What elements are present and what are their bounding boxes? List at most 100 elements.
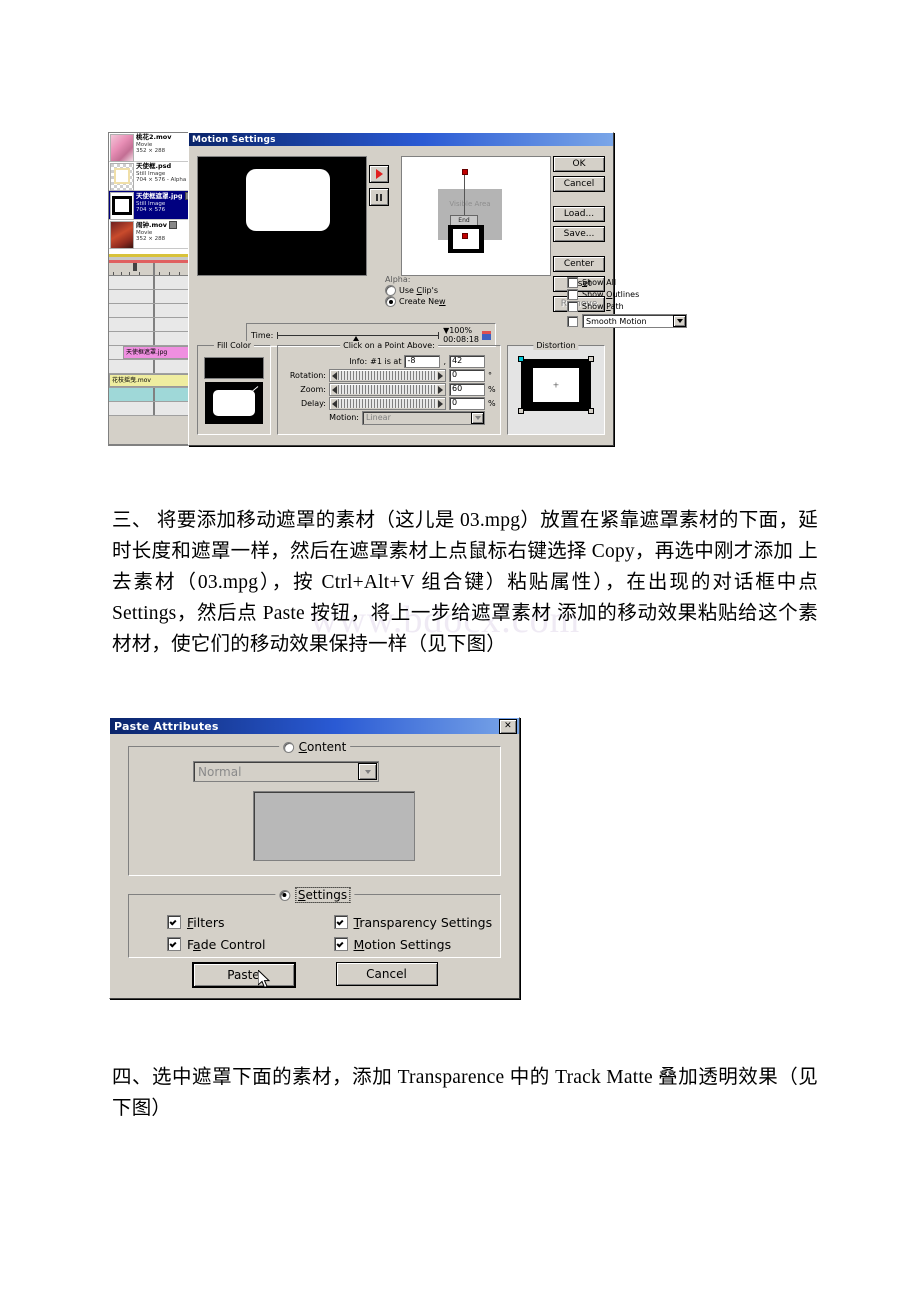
save-button[interactable]: Save...	[553, 226, 605, 242]
slider-left-arrow-icon[interactable]	[331, 385, 338, 394]
cancel-button[interactable]: Cancel	[553, 176, 605, 192]
zoom-slider[interactable]	[329, 383, 446, 396]
paste-button[interactable]: Paste	[191, 962, 296, 988]
timeline-track-row[interactable]: 天使框遮罩.jpg	[109, 346, 189, 360]
rotation-slider[interactable]	[329, 369, 446, 382]
info-row: Info: #1 is at -8 , 42	[278, 355, 496, 368]
info-y-field[interactable]: 42	[449, 355, 485, 368]
checkbox-label: Fade Control	[187, 936, 266, 952]
time-playhead[interactable]	[353, 335, 360, 341]
close-icon[interactable]: ✕	[499, 718, 517, 734]
project-item-selected[interactable]: 天使框遮罩.jpg Still Image 704 × 576	[109, 191, 189, 220]
timeline-clip[interactable]: 天使框遮罩.jpg	[123, 346, 189, 359]
checkbox-icon	[167, 915, 181, 929]
checkbox-transparency-settings[interactable]: Transparency Settings	[333, 911, 501, 933]
paste-attributes-buttons: Paste Cancel	[110, 962, 519, 988]
ok-button[interactable]: OK	[553, 156, 605, 172]
motion-row: Motion: Linear	[278, 410, 496, 425]
checkbox-show-all[interactable]: Show All	[567, 276, 687, 288]
checkbox-filters[interactable]: Filters	[167, 911, 334, 933]
project-item[interactable]: 闹钟.mov Movie 352 × 288	[109, 220, 189, 249]
paragraph-step-four: 四、选中遮罩下面的素材，添加 Transparence 中的 Track Mat…	[112, 1067, 818, 1119]
project-item-name: 闹钟.mov	[136, 221, 189, 230]
checkbox-icon	[567, 300, 578, 312]
smooth-motion-value: Smooth Motion	[586, 316, 647, 326]
radio-use-clips[interactable]: Use Clip's	[385, 285, 446, 296]
project-item-name: 天使框.psd	[136, 162, 172, 170]
content-preview	[253, 791, 415, 861]
time-track[interactable]	[277, 331, 440, 341]
radio-label: Content	[298, 740, 347, 754]
keyframe-end-point[interactable]	[462, 233, 468, 239]
checkbox-motion-settings[interactable]: Motion Settings	[333, 933, 501, 955]
rotation-field[interactable]: 0	[449, 369, 485, 382]
motion-sprite	[448, 225, 484, 253]
rotation-label: Rotation:	[289, 371, 326, 380]
checkbox-show-path[interactable]: Show Path	[567, 300, 687, 312]
motion-settings-titlebar[interactable]: Motion Settings	[189, 133, 613, 146]
slider-left-arrow-icon[interactable]	[331, 371, 338, 380]
paste-attributes-title: Paste Attributes	[114, 719, 219, 733]
rotation-unit: °	[488, 371, 492, 380]
motion-display-options[interactable]: Show All Show Outlines Show Path Smooth …	[567, 276, 687, 328]
fill-color-title: Fill Color	[213, 341, 255, 350]
slider-left-arrow-icon[interactable]	[331, 399, 338, 408]
time-marker-icon[interactable]	[482, 330, 491, 340]
motion-settings-dialog: Motion Settings Visible Area End OK Canc…	[188, 132, 687, 446]
zoom-field[interactable]: 60	[449, 383, 485, 396]
radio-content[interactable]: Content	[278, 740, 351, 754]
checkbox-label: Motion Settings	[353, 936, 452, 952]
smooth-motion-row[interactable]: Smooth Motion	[567, 314, 687, 328]
delay-slider[interactable]	[329, 397, 446, 410]
chevron-down-icon	[358, 763, 377, 780]
checkbox-label: Show Path	[582, 301, 624, 311]
project-item[interactable]: 天使框.psd Still Image 704 × 576 - Alpha Ch…	[109, 162, 189, 191]
motion-path-editor[interactable]: Visible Area End	[401, 156, 551, 276]
project-item[interactable]: 桃花2.mov Movie 352 × 288	[109, 133, 189, 162]
timeline-ruler[interactable]	[109, 263, 189, 276]
distortion-handle-tl[interactable]	[518, 356, 524, 362]
checkbox-icon	[333, 937, 348, 951]
slider-right-arrow-icon[interactable]	[437, 385, 444, 394]
pause-icon[interactable]	[369, 188, 389, 206]
alpha-radio-group[interactable]: Use Clip's Create New	[385, 285, 446, 307]
fill-color-preview	[205, 382, 263, 424]
zoom-label: Zoom:	[300, 385, 326, 394]
distortion-panel: Distortion +	[507, 341, 605, 435]
distortion-handle-bl[interactable]	[518, 408, 524, 414]
checkbox-fade-control[interactable]: Fade Control	[167, 933, 334, 955]
content-mode-value: Normal	[198, 764, 242, 779]
distortion-preview[interactable]: +	[518, 356, 594, 414]
radio-label: Use Clip's	[399, 286, 438, 295]
paste-attributes-titlebar[interactable]: Paste Attributes ✕	[110, 718, 519, 734]
slider-right-arrow-icon[interactable]	[437, 399, 444, 408]
radio-settings[interactable]: Settings	[274, 887, 355, 903]
project-item-name: 天使框遮罩.jpg	[136, 192, 189, 201]
keyframe-start-point[interactable]	[462, 169, 468, 175]
checkbox-label: Transparency Settings	[353, 914, 493, 930]
zoom-row: Zoom: 60 %	[278, 383, 496, 396]
play-icon[interactable]	[369, 165, 389, 183]
checkbox-icon	[167, 937, 181, 951]
center-button[interactable]: Center	[553, 256, 605, 272]
timeline-clip[interactable]: 花枝摇曳.mov	[109, 374, 189, 387]
checkbox-label: Show All	[582, 277, 617, 287]
chevron-down-icon[interactable]	[673, 315, 686, 327]
info-x-field[interactable]: -8	[404, 355, 441, 368]
load-button[interactable]: Load...	[553, 206, 605, 222]
timeline-track-row[interactable]: 花枝摇曳.mov	[109, 374, 189, 388]
slider-right-arrow-icon[interactable]	[437, 371, 444, 380]
motion-type-select: Linear	[362, 410, 485, 425]
distortion-handle-br[interactable]	[588, 408, 594, 414]
motion-settings-title: Motion Settings	[192, 134, 276, 145]
cancel-button[interactable]: Cancel	[335, 962, 438, 986]
delay-field[interactable]: 0	[449, 397, 485, 410]
radio-create-new[interactable]: Create New	[385, 296, 446, 307]
checkbox-show-outlines[interactable]: Show Outlines	[567, 288, 687, 300]
smooth-motion-select[interactable]: Smooth Motion	[582, 314, 687, 328]
timeline-panel[interactable]: 天使框遮罩.jpg 花枝摇曳.mov	[108, 254, 190, 445]
fill-color-swatch[interactable]	[204, 357, 264, 379]
preview-transport-controls[interactable]	[369, 165, 391, 213]
distortion-handle-tr[interactable]	[588, 356, 594, 362]
delay-row: Delay: 0 %	[278, 397, 496, 410]
